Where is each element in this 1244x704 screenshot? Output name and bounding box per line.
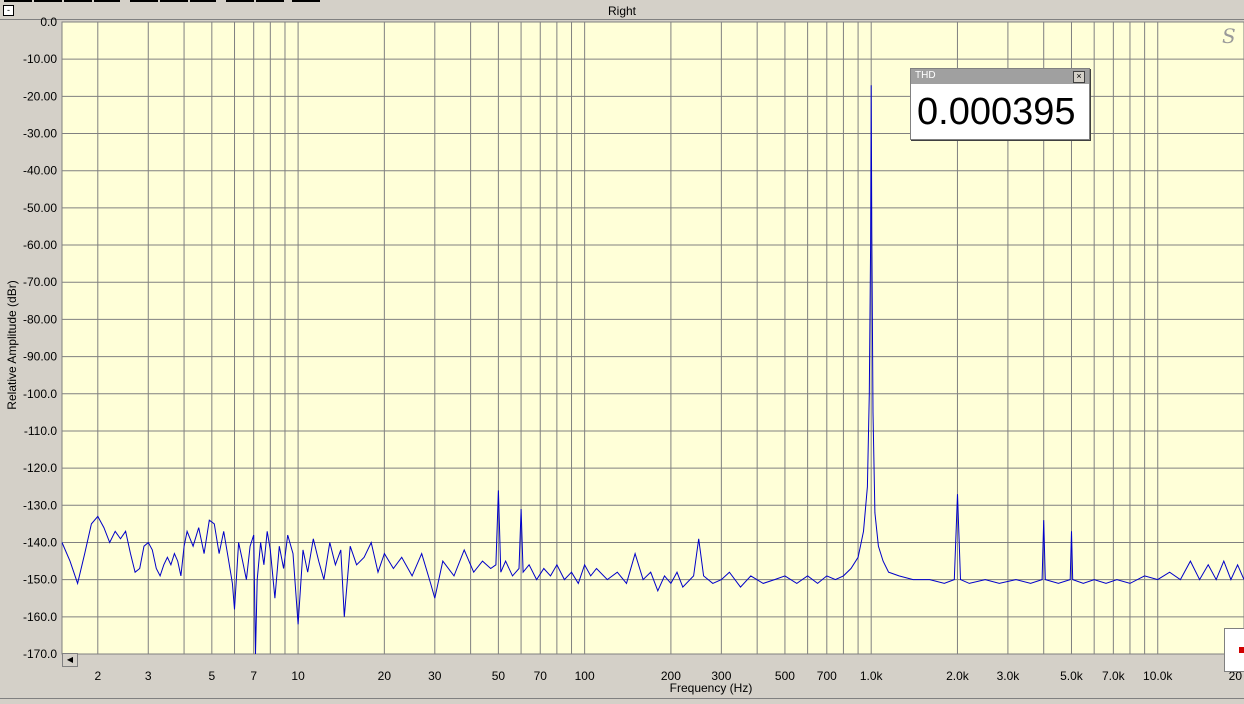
- y-tick-label: -10.00: [23, 52, 57, 66]
- x-tick-label: 1.0k: [860, 669, 884, 683]
- x-tick-label: 2.0k: [946, 669, 970, 683]
- y-tick-label: -100.0: [23, 387, 57, 401]
- y-tick-label: -160.0: [23, 610, 57, 624]
- triangle-left-icon[interactable]: ◀: [62, 653, 78, 667]
- x-tick-label: 10.0k: [1143, 669, 1173, 683]
- y-tick-label: -120.0: [23, 461, 57, 475]
- x-tick-label: 20: [378, 669, 392, 683]
- x-tick-label: 500: [775, 669, 795, 683]
- x-tick-label: 3.0k: [997, 669, 1021, 683]
- y-tick-label: -90.00: [23, 350, 57, 364]
- x-tick-label: 5: [208, 669, 215, 683]
- close-x-icon[interactable]: ×: [1073, 71, 1085, 83]
- thd-panel[interactable]: THD × 0.000395: [910, 68, 1090, 140]
- thd-label: THD: [915, 70, 936, 81]
- x-tick-label: 30: [428, 669, 442, 683]
- x-tick-label: 50: [492, 669, 506, 683]
- y-tick-label: -80.00: [23, 312, 57, 326]
- y-axis-label: Relative Amplitude (dBr): [5, 280, 19, 409]
- x-tick-label: 700: [817, 669, 837, 683]
- logo-watermark: S: [1222, 24, 1236, 48]
- red-marker-icon: [1239, 647, 1244, 653]
- x-axis-label: Frequency (Hz): [670, 681, 753, 695]
- corner-widget[interactable]: [1224, 628, 1244, 672]
- y-tick-label: -50.00: [23, 201, 57, 215]
- y-tick-label: -60.00: [23, 238, 57, 252]
- y-tick-label: -70.00: [23, 275, 57, 289]
- x-tick-label: 5.0k: [1060, 669, 1084, 683]
- y-tick-label: 0.0: [40, 15, 57, 29]
- status-strip: [0, 698, 1244, 704]
- y-tick-label: -20.00: [23, 89, 57, 103]
- x-tick-label: 7.0k: [1102, 669, 1126, 683]
- y-tick-label: -110.0: [24, 424, 57, 438]
- x-tick-label: 3: [145, 669, 152, 683]
- x-axis-ticks: 2 3 5 7 10 20 30 50 70 100 200 300 500 700 1.0k 2.0k 3.0…: [94, 669, 1242, 683]
- x-tick-label: 70: [534, 669, 548, 683]
- y-tick-label: -140.0: [23, 535, 57, 549]
- thd-value: 0.000395: [917, 91, 1076, 133]
- x-tick-label: 2: [94, 669, 101, 683]
- thd-panel-header[interactable]: THD ×: [911, 69, 1089, 84]
- y-tick-label: -40.00: [23, 164, 57, 178]
- y-axis-ticks: 0.0 -10.00 -20.00 -30.00 -40.00 -50.00 -60.00 -…: [23, 15, 57, 661]
- x-tick-label: 10: [291, 669, 305, 683]
- y-tick-label: -30.00: [23, 127, 57, 141]
- y-tick-label: -130.0: [23, 498, 57, 512]
- x-tick-label: 7: [250, 669, 257, 683]
- y-tick-label: -170.0: [23, 647, 57, 661]
- y-tick-label: -150.0: [23, 573, 57, 587]
- x-tick-label: 100: [575, 669, 595, 683]
